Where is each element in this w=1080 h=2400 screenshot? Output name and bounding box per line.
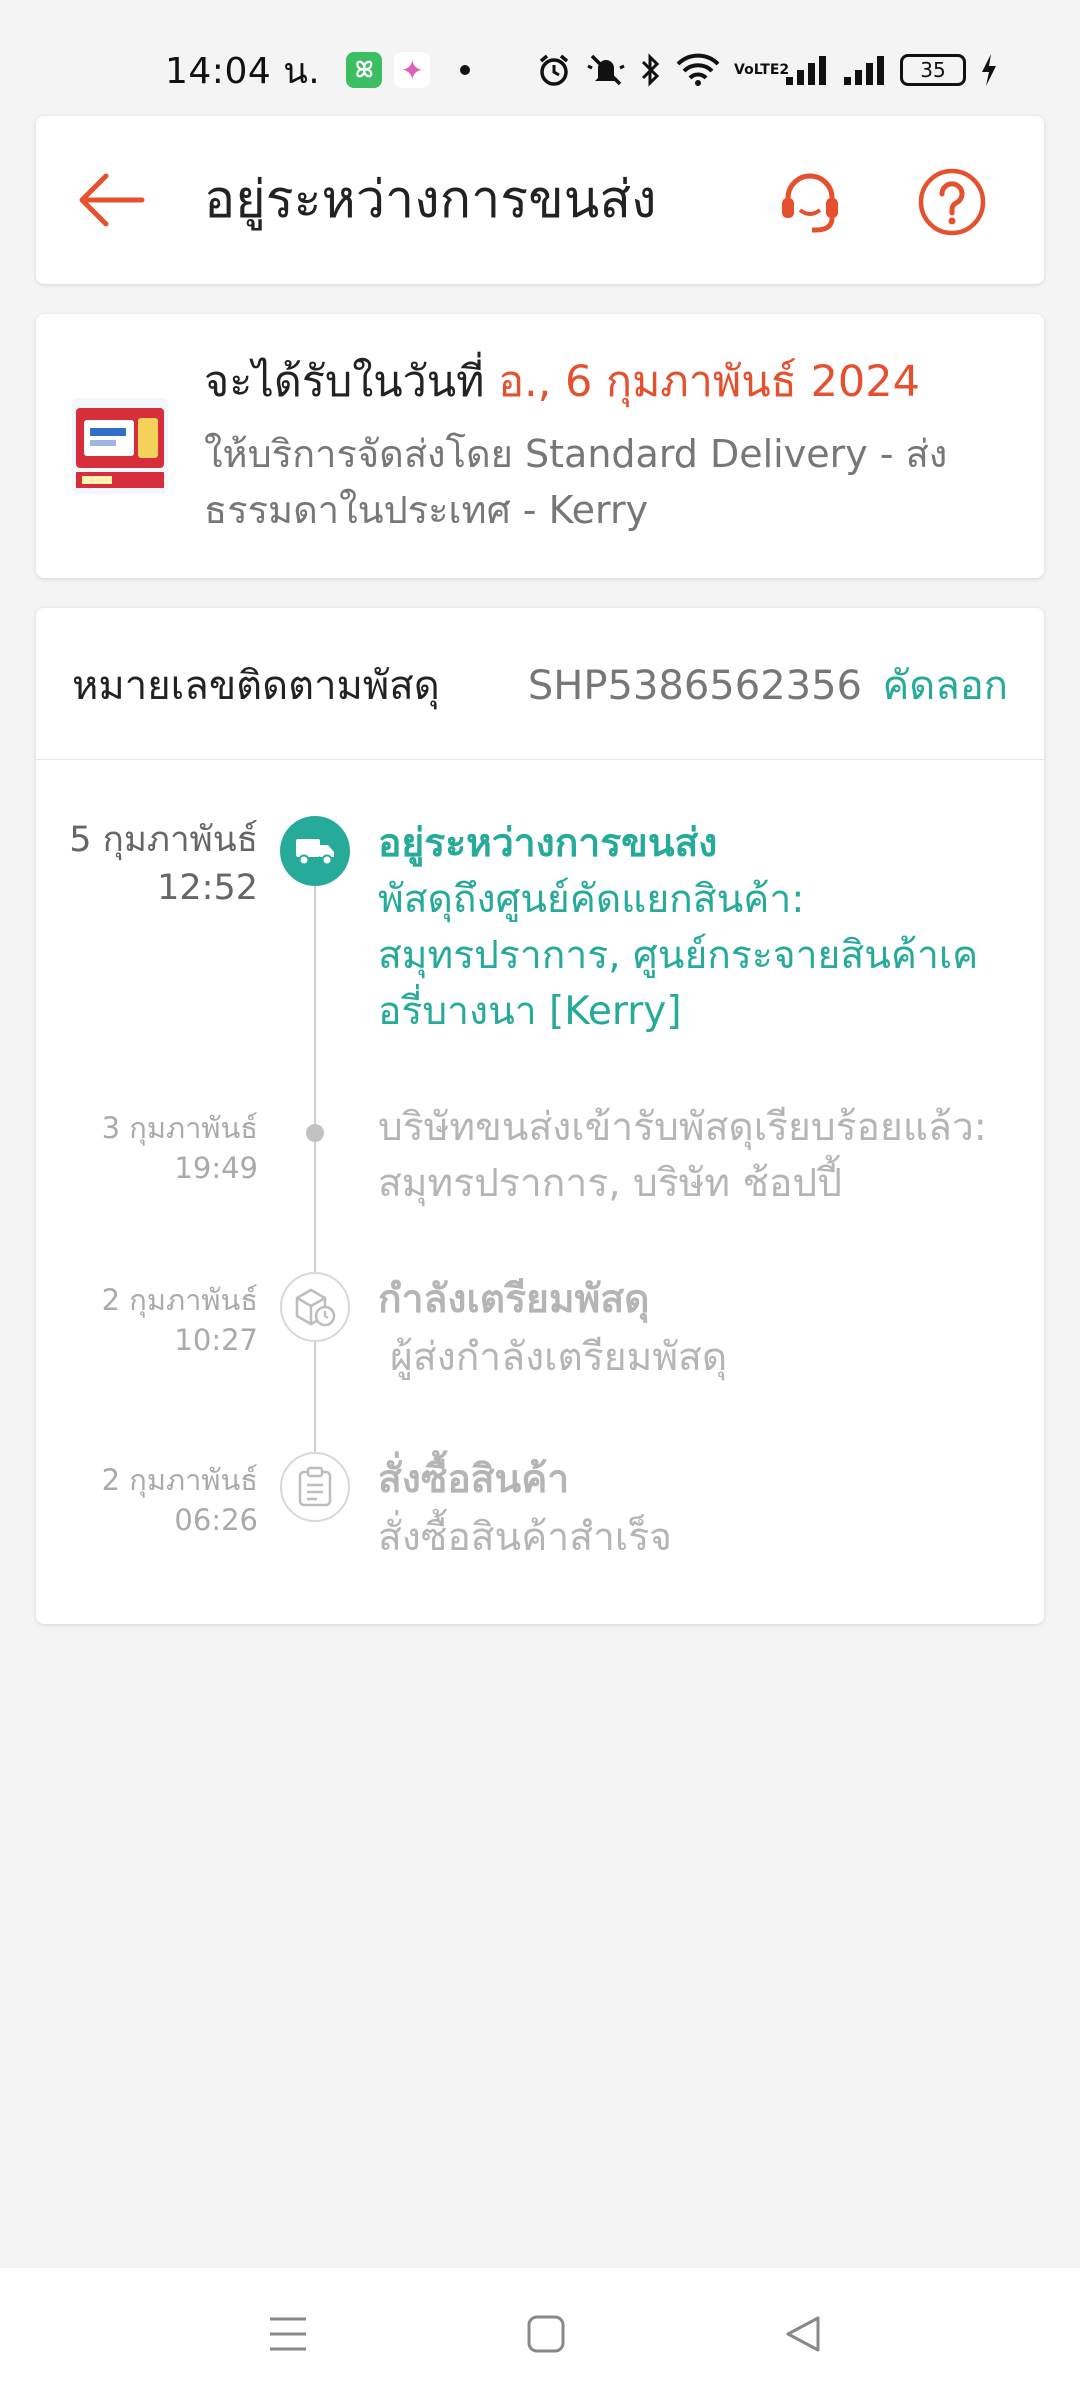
eta-prefix: จะได้รับในวันที่ [204,357,485,407]
truck-icon [296,839,334,866]
event-time: 12:52 [157,868,258,908]
back-button[interactable] [72,160,152,240]
event-description: ผู้ส่งกำลังเตรียมพัสดุ [390,1335,728,1380]
volte-label: VoLTE2 [734,62,790,78]
event-datetime: 3 กุมภาพันธ์ 19:49 [102,1108,258,1188]
event-body: สั่งซื้อสินค้า สั่งซื้อสินค้าสำเร็จ [378,1452,1008,1568]
page-title: อยู่ระหว่างการขนส่ง [204,170,657,230]
mute-icon [587,54,625,86]
event-time: 10:27 [174,1323,258,1357]
star-app-icon: ✦ [394,52,431,88]
headset-icon [782,173,838,233]
home-button[interactable] [510,2304,582,2364]
package-clock-icon [295,1288,336,1327]
delivery-info-card[interactable]: จะได้รับในวันที่ อ., 6 กุมภาพันธ์ 2024 ใ… [36,314,1044,578]
event-body: กำลังเตรียมพัสดุ ผู้ส่งกำลังเตรียมพัสดุ [378,1272,1008,1388]
event-dot [306,1124,324,1142]
app-notification-icon: ꕤ [346,52,383,88]
event-description: พัสดุถึงศูนย์คัดแยกสินค้า: สมุทรปราการ, … [378,877,979,1034]
event-time: 06:26 [174,1503,258,1537]
signal-1-icon [786,56,826,85]
alarm-icon [539,54,569,86]
status-right: VoLTE2 35 [536,46,998,94]
product-thumbnail [72,398,168,494]
status-bar: 14:04 น. ꕤ ✦ VoLTE2 35 [0,0,1080,112]
tracking-label: หมายเลขติดตามพัสดุ [72,663,440,709]
event-datetime: 2 กุมภาพันธ์ 10:27 [102,1280,258,1360]
arrow-left-icon [79,173,145,227]
event-description: สั่งซื้อสินค้าสำเร็จ [378,1515,673,1560]
eta-date: อ., 6 กุมภาพันธ์ 2024 [498,357,920,407]
app-header: อยู่ระหว่างการขนส่ง [36,116,1044,284]
copy-button[interactable]: คัดลอก [883,660,1009,712]
event-node [280,1452,350,1522]
event-date: 2 กุมภาพันธ์ [101,1463,258,1497]
event-time: 19:49 [174,1151,258,1185]
wifi-icon [676,53,720,86]
tracking-number-row: หมายเลขติดตามพัสดุ SHP5386562356 คัดลอก [36,608,1044,760]
system-nav-bar [0,2268,1080,2400]
menu-icon [270,2317,306,2351]
event-body: อยู่ระหว่างการขนส่ง พัสดุถึงศูนย์คัดแยกส… [378,816,1008,1040]
square-icon [527,2315,565,2353]
delivery-service-text: ให้บริการจัดส่งโดย Standard Delivery - ส… [204,432,948,532]
signal-2-icon [844,56,884,85]
event-node [280,816,350,886]
recent-apps-button[interactable] [252,2304,324,2364]
tracking-number: SHP5386562356 [527,663,862,709]
event-date: 2 กุมภาพันธ์ [101,1283,258,1317]
charging-icon [982,54,996,86]
event-datetime: 5 กุมภาพันธ์ 12:52 [69,816,258,912]
question-circle-icon [918,168,986,236]
event-title: อยู่ระหว่างการขนส่ง [378,821,718,866]
event-title: กำลังเตรียมพัสดุ [378,1277,650,1322]
event-date: 3 กุมภาพันธ์ [101,1111,258,1145]
event-node [280,1272,350,1342]
bluetooth-icon [641,53,660,87]
status-left: 14:04 น. ꕤ ✦ [165,46,471,94]
status-time: 14:04 น. [165,50,321,92]
event-description: บริษัทขนส่งเข้ารับพัสดุเรียบร้อยแล้ว: สม… [378,1105,987,1206]
timeline-line [314,868,316,1508]
eta-line: จะได้รับในวันที่ อ., 6 กุมภาพันธ์ 2024 [204,354,920,410]
more-notifications-dot [460,65,471,75]
event-date: 5 กุมภาพันธ์ [69,820,258,860]
triangle-back-icon [786,2316,820,2352]
help-button[interactable] [912,162,992,242]
support-button[interactable] [770,162,850,242]
battery-icon: 35 [900,54,966,86]
event-body: บริษัทขนส่งเข้ารับพัสดุเรียบร้อยแล้ว: สม… [378,1100,1008,1212]
tracking-card: หมายเลขติดตามพัสดุ SHP5386562356 คัดลอก … [36,608,1044,1624]
product-image [72,398,168,494]
nav-back-button[interactable] [768,2304,840,2364]
event-title: สั่งซื้อสินค้า [378,1457,570,1502]
event-datetime: 2 กุมภาพันธ์ 06:26 [102,1460,258,1540]
clipboard-icon [298,1466,332,1507]
